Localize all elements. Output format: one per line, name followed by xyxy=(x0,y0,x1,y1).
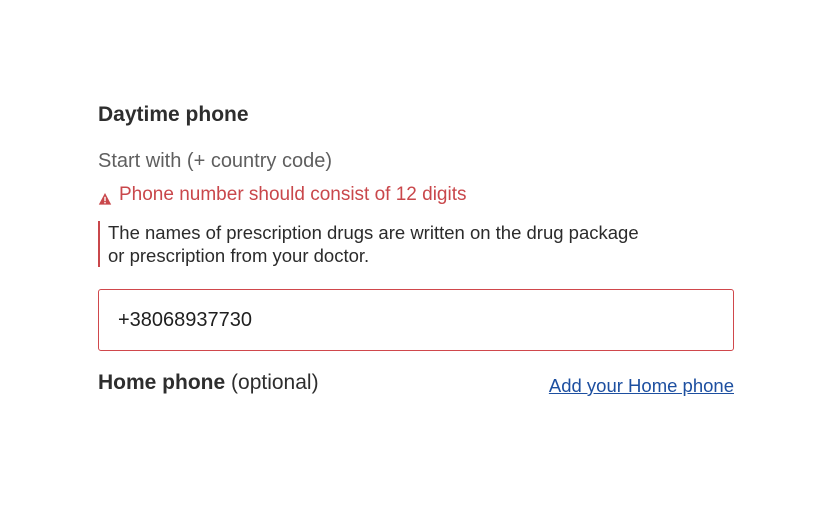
home-phone-title: Home phone xyxy=(98,371,226,394)
add-home-phone-link[interactable]: Add your Home phone xyxy=(549,373,734,399)
daytime-phone-hint: Start with (+ country code) xyxy=(98,150,332,172)
error-text: Phone number should consist of 12 digits xyxy=(119,184,467,205)
home-phone-label: Home phone (optional) xyxy=(98,370,319,396)
prescription-note: The names of prescription drugs are writ… xyxy=(98,221,648,267)
phone-error-message: Phone number should consist of 12 digits xyxy=(98,182,467,208)
daytime-phone-title: Daytime phone xyxy=(98,103,249,126)
optional-marker: (optional) xyxy=(231,371,319,394)
daytime-phone-input[interactable] xyxy=(98,289,734,351)
warning-icon xyxy=(98,188,112,205)
home-phone-row: Home phone (optional) Add your Home phon… xyxy=(98,370,734,398)
